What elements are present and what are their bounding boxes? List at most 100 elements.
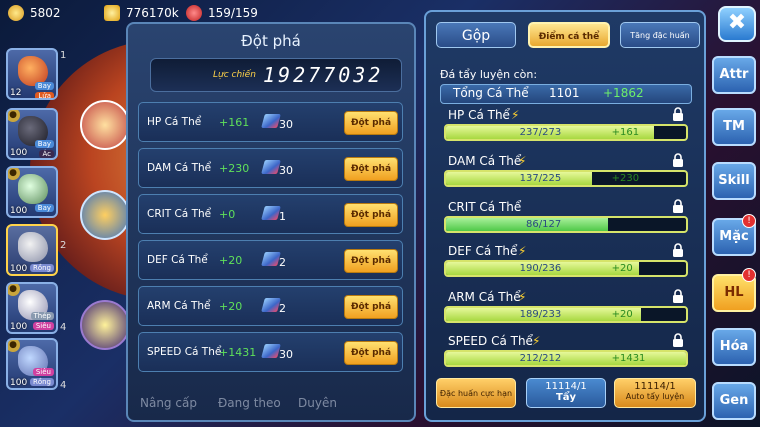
item-orb-icon[interactable]: [80, 100, 130, 150]
stat-value: 212/212: [519, 353, 562, 364]
roster-slot-2[interactable]: ● 100 Bay Ác: [6, 108, 58, 160]
side-skill-button[interactable]: Skill: [712, 162, 756, 200]
auto-wash-count: 11114/1: [634, 381, 676, 392]
bolt-icon: ⚡: [532, 334, 541, 348]
stat-name: SPEED Cá Thể: [147, 346, 222, 358]
total-label: Tổng Cá Thể: [453, 86, 529, 100]
bolt-icon: ⚡: [518, 154, 527, 168]
stat-bonus: +161: [219, 116, 250, 129]
stat-progress-bar: 189/233 +20: [444, 306, 688, 323]
stone-icon: [261, 298, 281, 312]
breakthrough-row-dam: DAM Cá Thể +230 30 Đột phá: [138, 148, 403, 188]
stat-name: ARM Cá Thể: [147, 300, 211, 312]
gold-icon: [8, 5, 24, 21]
bag-icon[interactable]: [80, 190, 130, 240]
wash-button[interactable]: 11114/1 Tẩy: [526, 378, 606, 408]
breakthrough-button[interactable]: Đột phá: [344, 203, 398, 227]
breakthrough-row-crit: CRIT Cá Thể +0 1 Đột phá: [138, 194, 403, 234]
stat-name: SPEED Cá Thể: [448, 334, 533, 348]
stat-row: DAM Cá Thể ⚡ 137/225 +230: [440, 152, 692, 194]
roster-slot-3[interactable]: ● 100 Bay: [6, 166, 58, 218]
gold-resource: 5802: [8, 5, 61, 21]
stat-name: HP Cá Thể: [448, 108, 510, 122]
side-gen-button[interactable]: Gen: [712, 382, 756, 420]
side-attr-button[interactable]: Attr: [712, 56, 756, 94]
tab-merge[interactable]: Gộp: [436, 22, 516, 48]
type-tag: Bay: [34, 140, 54, 148]
stat-bonus: +20: [611, 309, 633, 320]
close-button[interactable]: ✖: [718, 6, 756, 42]
pokemon-level: 100: [10, 148, 28, 158]
bolt-icon: ⚡: [518, 244, 527, 258]
lock-icon: ●: [8, 110, 20, 122]
coin-icon: [104, 5, 120, 21]
notification-badge: !: [742, 214, 756, 228]
breakthrough-button[interactable]: Đột phá: [344, 249, 398, 273]
breakthrough-button[interactable]: Đột phá: [344, 341, 398, 365]
lock-icon[interactable]: [672, 152, 684, 167]
pokemon-portrait: [18, 232, 48, 262]
breakthrough-button[interactable]: Đột phá: [344, 157, 398, 181]
special-limit-button[interactable]: Đặc huấn cực hạn: [436, 378, 516, 408]
pokemon-level: 100: [10, 264, 28, 274]
lock-icon[interactable]: [672, 106, 684, 121]
stat-bonus: +230: [611, 173, 640, 184]
tab-special-training[interactable]: Tăng đặc huấn: [620, 22, 700, 48]
fate-button[interactable]: Duyên: [298, 396, 337, 410]
stone-icon: [261, 206, 281, 220]
stone-cost: 30: [279, 348, 293, 361]
coin-resource: 776170k: [104, 5, 179, 21]
auto-wash-label: Auto tẩy luyện: [625, 392, 685, 401]
roster-slot-4[interactable]: 100 Rồng: [6, 224, 58, 276]
auto-wash-button[interactable]: 11114/1 Auto tẩy luyện: [614, 378, 696, 408]
stone-icon: [261, 252, 281, 266]
stat-value: 190/236: [519, 263, 562, 274]
type-tag: Thép: [30, 312, 54, 320]
type-tag: Bay: [34, 204, 54, 212]
stat-progress-bar: 212/212 +1431: [444, 350, 688, 367]
tab-individual-points[interactable]: Điểm cá thể: [528, 22, 610, 48]
roster-slot-6[interactable]: ● 100 Siêu Rồng: [6, 338, 58, 390]
stat-bonus: +0: [219, 208, 236, 221]
stat-name: CRIT Cá Thể: [147, 208, 212, 220]
roster-slot-5[interactable]: ● 100 Thép Siêu: [6, 282, 58, 334]
notification-badge: !: [742, 268, 756, 282]
lock-icon[interactable]: [672, 288, 684, 303]
pokemon-portrait: [18, 174, 48, 204]
stamina-amount: 159/159: [208, 6, 258, 20]
breakthrough-row-hp: HP Cá Thể +161 30 Đột phá: [138, 102, 403, 142]
slot-index: 4: [60, 322, 67, 333]
stat-bonus: +20: [611, 263, 633, 274]
stat-bonus: +1431: [219, 346, 257, 359]
type-tag: Bay: [34, 82, 54, 90]
combat-power-label: Lực chiến: [213, 70, 256, 80]
type-tag: Lửa: [35, 92, 54, 98]
stone-icon: [261, 114, 281, 128]
lock-icon[interactable]: [672, 198, 684, 213]
gear-orb-icon[interactable]: [80, 300, 130, 350]
stat-name: DEF Cá Thể: [147, 254, 208, 266]
stone-cost: 30: [279, 118, 293, 131]
training-button[interactable]: Đang theo: [218, 396, 281, 410]
stamina-resource: 159/159: [186, 5, 258, 21]
roster-slot-1[interactable]: 12 Bay Lửa: [6, 48, 58, 100]
lock-icon[interactable]: [672, 332, 684, 347]
apple-icon: [186, 5, 202, 21]
upgrade-button[interactable]: Nâng cấp: [140, 396, 197, 410]
wash-label: Tẩy: [555, 392, 577, 403]
stat-progress-bar: 137/225 +230: [444, 170, 688, 187]
stat-bonus: +1431: [611, 353, 646, 364]
stone-cost: 30: [279, 164, 293, 177]
stat-progress-bar: 237/273 +161: [444, 124, 688, 141]
combat-power: Lực chiến 19277032: [150, 58, 402, 92]
side-tm-button[interactable]: TM: [712, 108, 756, 146]
stat-name: ARM Cá Thể: [448, 290, 521, 304]
lock-icon[interactable]: [672, 242, 684, 257]
side-evolve-button[interactable]: Hóa: [712, 328, 756, 366]
individual-stats-panel: Gộp Điểm cá thể Tăng đặc huấn Đá tẩy luy…: [424, 10, 706, 422]
stat-bonus: +20: [219, 300, 243, 313]
breakthrough-button[interactable]: Đột phá: [344, 111, 398, 135]
lock-icon: ●: [8, 284, 20, 296]
breakthrough-button[interactable]: Đột phá: [344, 295, 398, 319]
stat-bonus: +161: [611, 127, 640, 138]
